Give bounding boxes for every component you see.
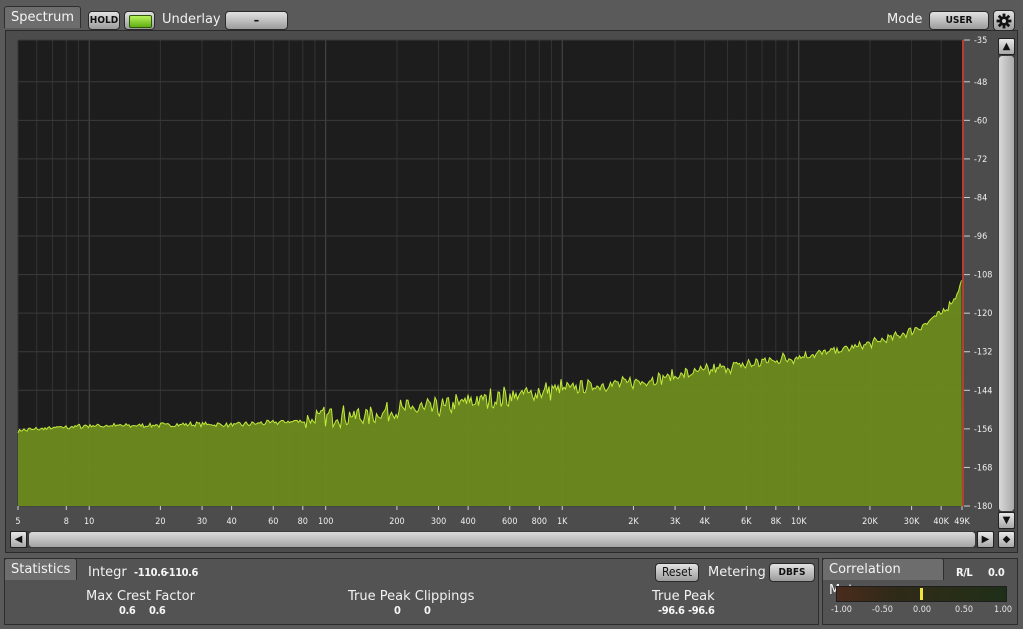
x-tick-label: 20 [155, 517, 165, 527]
x-tick-label: 4K [699, 517, 710, 527]
metering-dropdown[interactable]: DBFS [769, 563, 815, 582]
zoom-reset-button[interactable]: ◆ [998, 531, 1015, 548]
y-tick-label: -84 [974, 193, 987, 203]
arrow-up-icon: ▲ [1002, 41, 1011, 52]
x-tick-label: 6K [741, 517, 752, 527]
true-peak-right-value: -96.6 [688, 604, 715, 617]
rl-value: 0.0 [988, 566, 1005, 579]
x-tick-label: 49K [954, 517, 970, 527]
metering-dropdown-value: DBFS [778, 567, 806, 578]
corr-scale-4: 1.00 [994, 605, 1013, 615]
integr-label: Integr [88, 565, 127, 580]
y-tick-label: -180 [974, 502, 992, 512]
x-tick-label: 1K [557, 517, 568, 527]
corr-scale-1: -0.50 [872, 605, 893, 615]
max-crest-left-value: 0.6 [119, 604, 136, 617]
y-tick-label: -144 [974, 386, 992, 396]
integr-right-value: -110.6 [165, 566, 199, 579]
corr-scale-3: 0.50 [955, 605, 974, 615]
horizontal-scroll-thumb[interactable] [29, 532, 975, 547]
vertical-scrollbar[interactable]: ▲ ▼ [998, 38, 1015, 529]
scroll-left-button[interactable]: ◀ [10, 531, 27, 548]
x-tick-label: 100 [318, 517, 333, 527]
metering-label: Metering [708, 565, 766, 580]
y-tick-label: -35 [974, 36, 987, 46]
diamond-icon: ◆ [1002, 534, 1011, 545]
arrow-left-icon: ◀ [14, 534, 23, 545]
x-tick-label: 8 [64, 517, 69, 527]
correlation-tab[interactable]: Correlation Meter [822, 558, 944, 598]
y-tick-label: -60 [974, 116, 987, 126]
x-tick-label: 30 [197, 517, 207, 527]
x-tick-label: 20K [862, 517, 878, 527]
x-tick-label: 40K [933, 517, 949, 527]
max-crest-label: Max Crest Factor [86, 589, 195, 604]
reset-button[interactable]: Reset [655, 563, 699, 582]
true-peak-clippings-label: True Peak Clippings [348, 589, 475, 604]
y-tick-label: -156 [974, 425, 992, 435]
corr-scale-0: -1.00 [831, 605, 852, 615]
correlation-meter [836, 586, 1007, 602]
x-tick-label: 800 [532, 517, 547, 527]
x-tick-label: 10 [84, 517, 94, 527]
integr-left-value: -110.6 [134, 566, 168, 579]
x-tick-label: 3K [670, 517, 681, 527]
statistics-tab[interactable]: Statistics [4, 558, 77, 580]
true-peak-label: True Peak [652, 589, 715, 604]
x-tick-label: 8K [771, 517, 782, 527]
horizontal-scrollbar[interactable]: ◀ ▶ [10, 531, 994, 548]
x-tick-label: 200 [389, 517, 404, 527]
y-tick-label: -48 [974, 78, 987, 88]
spectrum-chart[interactable]: 5 8 10 20 30 40 60 80 100 200 300 400 600 800 1K 2K 3K 4K… [0, 0, 1023, 530]
x-tick-label: 40 [226, 517, 236, 527]
scroll-down-button[interactable]: ▼ [998, 512, 1015, 529]
reset-button-label: Reset [661, 565, 693, 579]
max-crest-right-value: 0.6 [149, 604, 166, 617]
y-tick-label: -168 [974, 463, 992, 473]
x-tick-label: 400 [460, 517, 475, 527]
scroll-up-button[interactable]: ▲ [998, 38, 1015, 55]
arrow-down-icon: ▼ [1002, 515, 1011, 526]
scroll-right-button[interactable]: ▶ [977, 531, 994, 548]
arrow-right-icon: ▶ [981, 534, 990, 545]
y-tick-label: -96 [974, 232, 987, 242]
true-peak-clippings-right-value: 0 [424, 604, 431, 617]
correlation-scale: -1.00 -0.50 0.00 0.50 1.00 [828, 605, 1016, 617]
x-tick-label: 2K [628, 517, 639, 527]
x-tick-label: 60 [268, 517, 278, 527]
statistics-tab-label: Statistics [11, 562, 71, 577]
x-tick-label: 10K [791, 517, 807, 527]
true-peak-left-value: -96.6 [658, 604, 685, 617]
y-tick-label: -72 [974, 155, 987, 165]
x-tick-label: 5 [15, 517, 20, 527]
corr-scale-2: 0.00 [913, 605, 932, 615]
vertical-scroll-thumb[interactable] [999, 56, 1014, 511]
y-tick-label: -132 [974, 348, 992, 358]
rl-label: R/L [956, 566, 973, 579]
x-tick-label: 80 [298, 517, 308, 527]
true-peak-clippings-left-value: 0 [394, 604, 401, 617]
x-tick-label: 600 [502, 517, 517, 527]
y-tick-label: -108 [974, 271, 992, 281]
x-tick-label: 300 [431, 517, 446, 527]
y-tick-label: -120 [974, 309, 992, 319]
x-tick-label: 30K [904, 517, 920, 527]
correlation-indicator [920, 588, 923, 600]
